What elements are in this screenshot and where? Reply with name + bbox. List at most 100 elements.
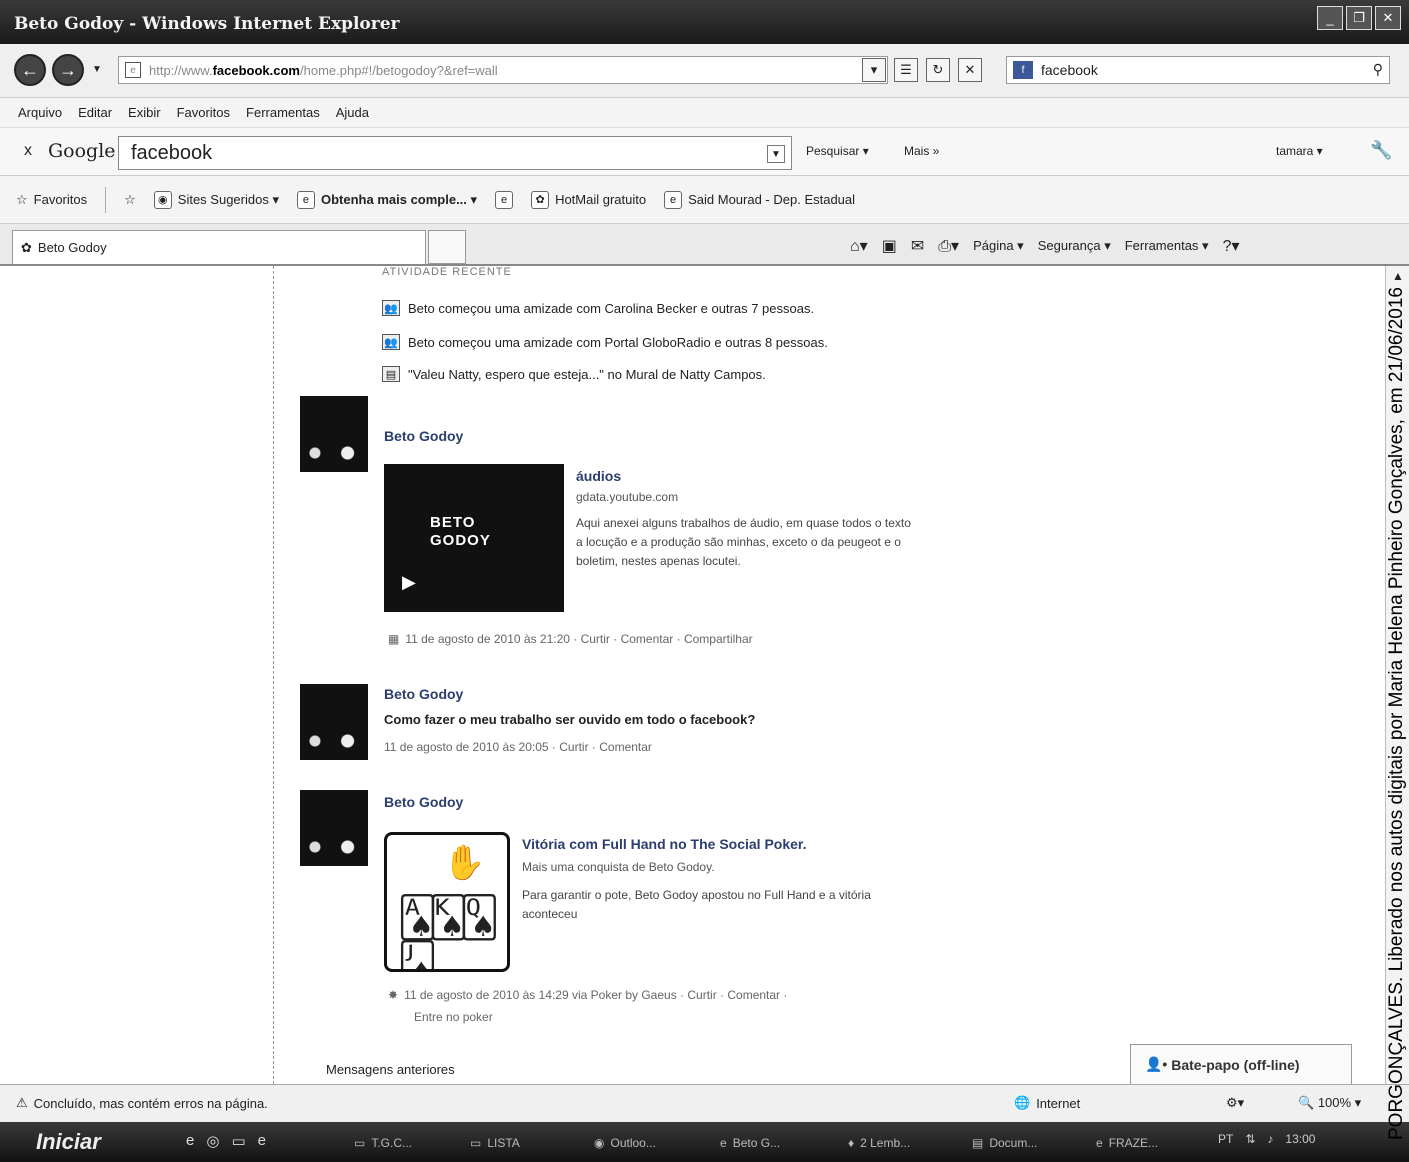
- menu-ajuda[interactable]: Ajuda: [336, 105, 369, 120]
- google-user-menu[interactable]: tamara ▾: [1276, 144, 1323, 158]
- avatar[interactable]: [300, 396, 368, 472]
- thumbnail-line: GODOY: [430, 532, 491, 549]
- favorites-bar: ☆ Favoritos ☆ ◉ Sites Sugeridos ▾ e Obtenha…: [0, 176, 1409, 224]
- language-indicator[interactable]: PT: [1218, 1132, 1233, 1146]
- post-author[interactable]: Beto Godoy: [384, 686, 463, 702]
- start-button[interactable]: Iniciar: [10, 1126, 170, 1158]
- left-column: [10, 266, 274, 1084]
- search-value: facebook: [1041, 62, 1098, 78]
- fav-item-said[interactable]: e Said Mourad - Dep. Estadual: [664, 190, 855, 209]
- task-button[interactable]: e FRAZE...: [1096, 1130, 1158, 1156]
- recent-activity-heading: ATIVIDADE RECENTE: [382, 266, 512, 278]
- google-search-button[interactable]: Pesquisar ▾: [806, 144, 869, 158]
- mail-icon[interactable]: ✉: [911, 236, 924, 256]
- compat-view-icon[interactable]: ▾: [862, 58, 886, 82]
- status-message[interactable]: ⚠ Concluído, mas contém erros na página.: [16, 1095, 268, 1111]
- address-input[interactable]: e http://www. facebook.com/home.php#!/bet…: [118, 56, 888, 84]
- task-label: Docum...: [989, 1136, 1038, 1150]
- google-more-button[interactable]: Mais »: [904, 144, 939, 158]
- avatar[interactable]: [300, 790, 368, 866]
- zoom-level[interactable]: 🔍 100% ▾: [1298, 1095, 1361, 1111]
- menu-favoritos[interactable]: Favoritos: [177, 105, 230, 120]
- post-author[interactable]: Beto Godoy: [384, 794, 463, 810]
- attachment-title[interactable]: Vitória com Full Hand no The Social Poke…: [522, 836, 806, 852]
- task-button[interactable]: ▭ T.G.C...: [354, 1130, 412, 1156]
- task-button[interactable]: ▤ Docum...: [972, 1130, 1037, 1156]
- address-row: ← → ▼ e http://www. facebook.com/home.php…: [0, 44, 1409, 98]
- post-author[interactable]: Beto Godoy: [384, 428, 463, 444]
- activity-item: 👥 Beto começou uma amizade com Carolina …: [382, 300, 814, 316]
- tab-beto-godoy[interactable]: ✿ Beto Godoy: [12, 230, 426, 264]
- new-tab-button[interactable]: [428, 230, 466, 264]
- chat-icon: 👤•: [1145, 1056, 1172, 1072]
- chat-bar[interactable]: 👤• Bate-papo (off-line): [1130, 1044, 1352, 1084]
- history-dropdown-icon[interactable]: ▼: [92, 64, 102, 75]
- protected-mode-icon[interactable]: ⚙▾: [1226, 1095, 1244, 1111]
- post-meta-text[interactable]: 11 de agosto de 2010 às 14:29 via Poker …: [404, 988, 787, 1002]
- play-icon[interactable]: ▶: [402, 572, 416, 593]
- rss-icon[interactable]: ☰: [894, 58, 918, 82]
- menu-arquivo[interactable]: Arquivo: [18, 105, 62, 120]
- google-logo: Google: [48, 140, 116, 162]
- system-tray: PT ⇅ ♪ 13:00: [1218, 1132, 1315, 1146]
- toolbar-close-icon[interactable]: x: [24, 142, 32, 160]
- thumbnail-logo: BETO GODOY: [430, 514, 491, 550]
- activity-text[interactable]: Beto começou uma amizade com Carolina Be…: [408, 301, 814, 316]
- ie-icon[interactable]: e: [186, 1132, 194, 1150]
- tools-menu[interactable]: Ferramentas ▾: [1125, 238, 1209, 254]
- thumbnail-line: BETO: [430, 514, 476, 531]
- older-posts-link[interactable]: Mensagens anteriores: [326, 1062, 455, 1077]
- fav-item-obtenha[interactable]: e Obtenha mais comple... ▾: [296, 190, 477, 209]
- desktop-icon[interactable]: ▭: [231, 1132, 245, 1150]
- fav-item-hotmail[interactable]: ✿ HotMail gratuito: [531, 190, 646, 209]
- avatar[interactable]: [300, 684, 368, 760]
- favorites-button[interactable]: ☆ Favoritos: [16, 192, 87, 208]
- menu-editar[interactable]: Editar: [78, 105, 112, 120]
- activity-text[interactable]: "Valeu Natty, espero que esteja..." no M…: [408, 367, 766, 382]
- hand-icon: ✋: [443, 844, 486, 882]
- attachment-title[interactable]: áudios: [576, 468, 621, 484]
- poker-thumbnail[interactable]: ✋ 🂡🂮🂭🂫: [384, 832, 510, 972]
- task-button[interactable]: ♦ 2 Lemb...: [848, 1130, 910, 1156]
- network-icon[interactable]: ⇅: [1245, 1132, 1255, 1146]
- search-icon[interactable]: ⚲: [1373, 61, 1383, 78]
- activity-text[interactable]: Beto começou uma amizade com Portal Glob…: [408, 335, 828, 350]
- post-meta-text[interactable]: 11 de agosto de 2010 às 20:05 · Curtir ·…: [384, 740, 652, 754]
- friends-icon: 👥: [382, 300, 400, 316]
- security-menu[interactable]: Segurança ▾: [1038, 238, 1111, 254]
- stop-icon[interactable]: ✕: [958, 58, 982, 82]
- ie-icon[interactable]: e: [258, 1132, 266, 1150]
- page-menu[interactable]: Página ▾: [973, 238, 1024, 254]
- forward-icon[interactable]: →: [52, 54, 84, 86]
- menu-ferramentas[interactable]: Ferramentas: [246, 105, 320, 120]
- clock[interactable]: 13:00: [1285, 1132, 1315, 1146]
- folder-icon: ▭: [470, 1136, 482, 1150]
- task-label: Beto G...: [732, 1136, 781, 1150]
- fav-label: Sites Sugeridos ▾: [177, 191, 279, 207]
- back-icon[interactable]: ←: [14, 54, 46, 86]
- google-search-input[interactable]: facebook ▼: [118, 136, 792, 170]
- fav-item-sites[interactable]: ◉ Sites Sugeridos ▾: [153, 190, 279, 209]
- maximize-button[interactable]: ❐: [1346, 6, 1372, 30]
- feeds-icon[interactable]: ▣: [882, 236, 897, 256]
- post-meta-text[interactable]: 11 de agosto de 2010 às 21:20 · Curtir ·…: [405, 632, 752, 646]
- video-thumbnail[interactable]: BETO GODOY ▶: [384, 464, 564, 612]
- post-meta-link[interactable]: Entre no poker: [414, 1010, 493, 1024]
- home-icon[interactable]: ⌂▾: [850, 236, 868, 256]
- search-input[interactable]: f facebook ⚲: [1006, 56, 1390, 84]
- refresh-icon[interactable]: ↻: [926, 58, 950, 82]
- help-icon[interactable]: ?▾: [1223, 236, 1240, 256]
- facebook-favicon-icon: ✿: [21, 239, 32, 255]
- window-titlebar: Beto Godoy - Windows Internet Explorer _…: [0, 0, 1409, 44]
- task-button[interactable]: ◉ Outloo...: [594, 1130, 656, 1156]
- fav-item-blank[interactable]: e: [495, 190, 514, 209]
- volume-icon[interactable]: ♪: [1267, 1132, 1273, 1146]
- minimize-button[interactable]: _: [1317, 6, 1343, 30]
- print-icon[interactable]: ⎙▾: [938, 236, 959, 256]
- task-button[interactable]: ▭ LISTA: [470, 1130, 520, 1156]
- media-icon[interactable]: ◎: [206, 1132, 219, 1150]
- chevron-down-icon[interactable]: ▼: [767, 145, 785, 163]
- menu-exibir[interactable]: Exibir: [128, 105, 161, 120]
- task-button[interactable]: e Beto G...: [720, 1130, 780, 1156]
- add-favorite-icon[interactable]: ☆: [124, 192, 136, 208]
